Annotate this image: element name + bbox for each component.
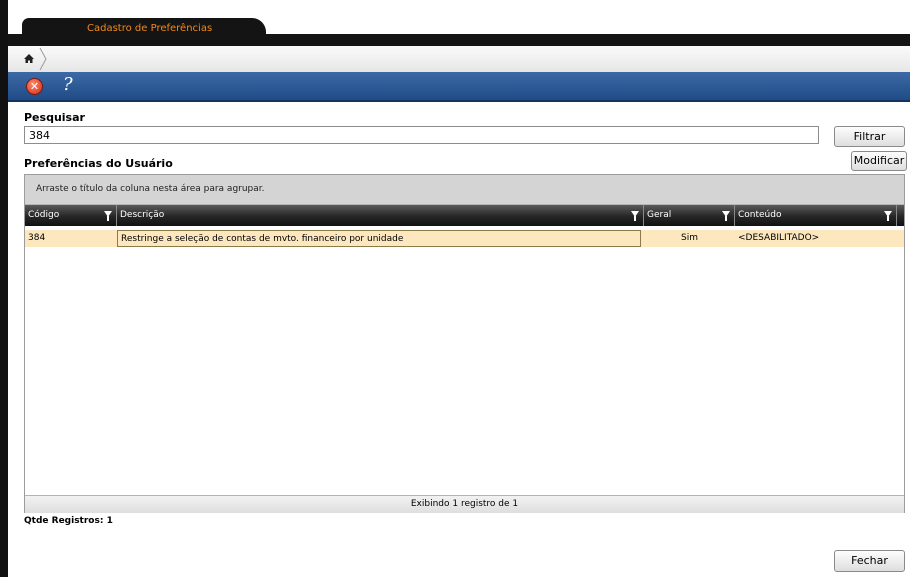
window-frame [0,0,8,577]
filter-icon[interactable] [884,211,892,221]
breadcrumb [8,46,910,73]
help-icon[interactable]: ? [63,75,73,95]
column-header-codigo[interactable]: Código [25,205,117,226]
cell-descricao[interactable]: Restringe a seleção de contas de mvto. f… [117,230,641,247]
record-count-label: Qtde Registros: [24,516,104,526]
table-row[interactable]: 384 Restringe a seleção de contas de mvt… [25,230,904,247]
column-header-conteudo[interactable]: Conteúdo [735,205,897,226]
close-button[interactable]: Fechar [834,550,905,572]
column-label: Geral [647,210,672,220]
column-label: Código [28,210,60,220]
cell-geral: Sim [681,233,698,243]
filter-button-label: Filtrar [853,130,886,143]
cell-conteudo: <DESABILITADO> [738,233,820,243]
section-title: Preferências do Usuário [24,157,173,170]
group-area[interactable]: Arraste o título da coluna nesta área pa… [25,175,904,205]
records-status: Exibindo 1 registro de 1 [410,499,519,509]
filter-icon[interactable] [722,211,730,221]
group-hint: Arraste o título da coluna nesta área pa… [36,184,265,194]
column-header-descricao[interactable]: Descrição [117,205,644,226]
column-label: Descrição [120,210,165,220]
toolbar: ✕ ? [8,72,910,102]
grid-header: Código Descrição Geral Conteúdo [25,205,904,226]
search-label: Pesquisar [24,111,85,124]
home-icon[interactable] [18,46,48,72]
preferences-grid: Arraste o título da coluna nesta área pa… [24,174,905,513]
modify-button-label: Modificar [853,154,905,167]
search-input[interactable] [24,126,819,144]
modify-button[interactable]: Modificar [851,151,907,171]
filter-icon[interactable] [104,211,112,221]
tab-title: Cadastro de Preferências [87,23,213,34]
tab-cadastro-preferencias[interactable]: Cadastro de Preferências [22,18,266,42]
close-icon[interactable]: ✕ [26,78,43,95]
grid-footer: Exibindo 1 registro de 1 [25,495,904,513]
column-header-geral[interactable]: Geral [644,205,735,226]
filter-icon[interactable] [631,211,639,221]
close-button-label: Fechar [851,554,888,567]
filter-button[interactable]: Filtrar [834,126,905,147]
cell-codigo: 384 [28,233,46,243]
record-count-value: 1 [106,516,113,526]
record-count: Qtde Registros: 1 [24,516,113,526]
column-label: Conteúdo [738,210,782,220]
tab-bar: Cadastro de Preferências [8,8,910,46]
